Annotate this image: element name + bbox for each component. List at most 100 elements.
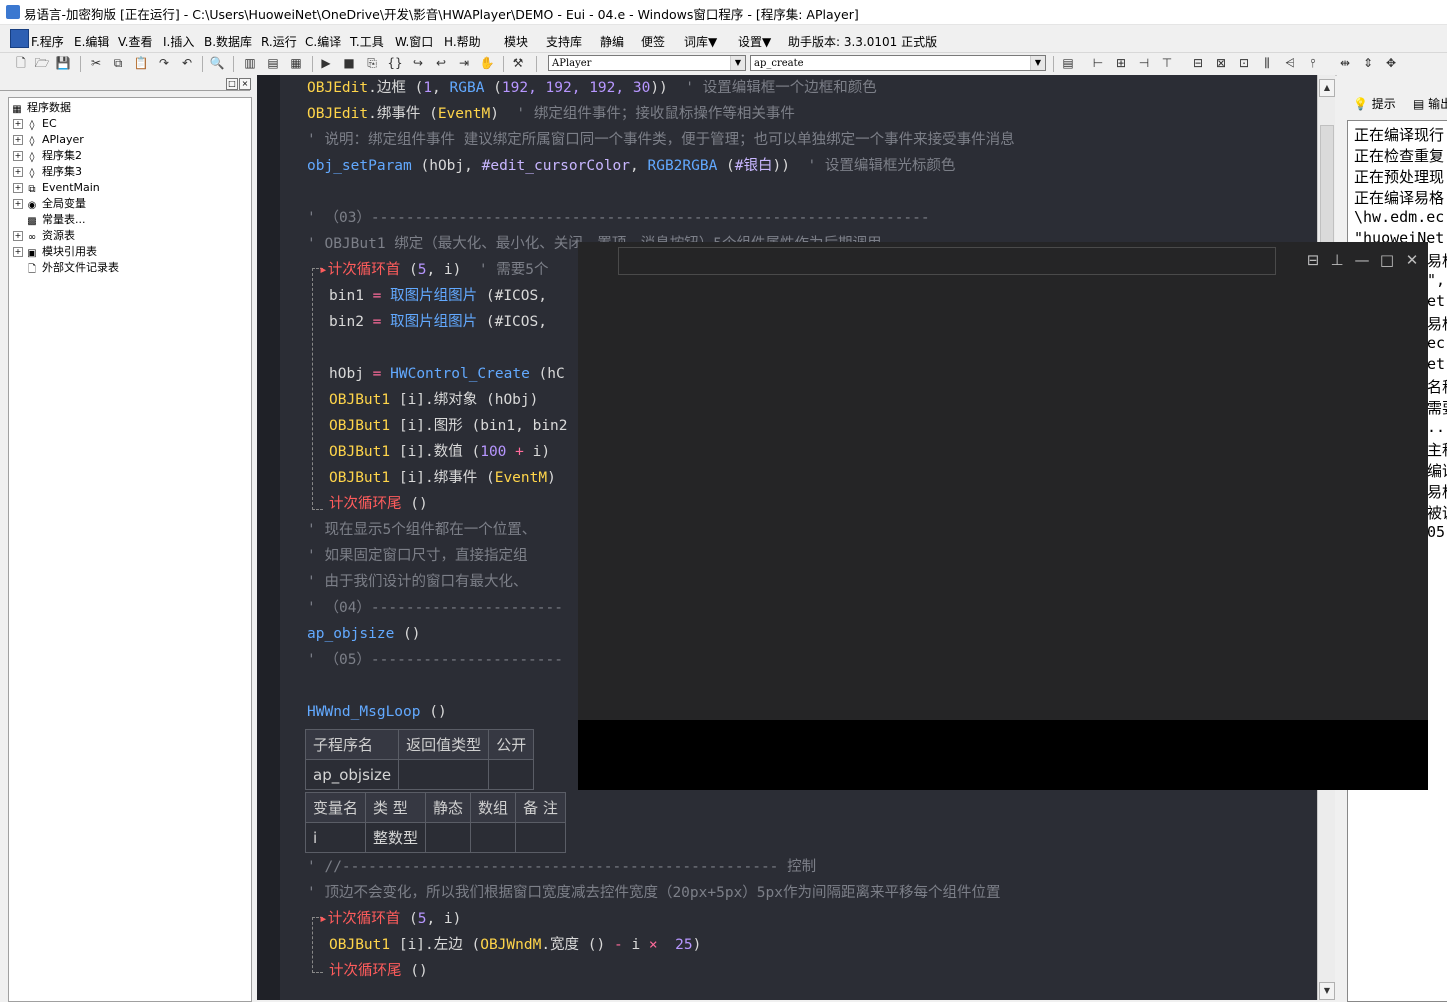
cut-icon[interactable]: ✂	[88, 56, 104, 71]
center-h-icon[interactable]: ⇹	[1337, 56, 1353, 71]
redo-icon[interactable]: ↷	[156, 56, 172, 71]
menu-help[interactable]: H.帮助	[444, 33, 481, 50]
code-line[interactable]: OBJBut1 [i].绑事件 (EventM)	[329, 466, 556, 490]
scroll-up-icon[interactable]: ▲	[1319, 79, 1335, 97]
step-into-icon[interactable]: {}	[387, 56, 403, 71]
find-icon[interactable]: 🔍	[209, 56, 225, 71]
code-line[interactable]: ▸计次循环首 (5, i)	[319, 907, 461, 931]
code-comment[interactable]: ' //------------------------------------…	[307, 855, 816, 879]
var-type-cell[interactable]: 整数型	[365, 822, 427, 853]
same-height-icon[interactable]: ⊠	[1213, 56, 1229, 71]
tree-item-ec[interactable]: + ◊ EC	[13, 116, 57, 131]
close-icon[interactable]: ✕	[1404, 252, 1420, 268]
align-grid-icon[interactable]: ▤	[1060, 56, 1076, 71]
tree-item-eventmain[interactable]: + ⧉ EventMain	[13, 180, 100, 195]
center-v-icon[interactable]: ⇕	[1360, 56, 1376, 71]
expand-icon[interactable]: +	[13, 135, 23, 145]
menu-compile[interactable]: C.编译	[305, 33, 341, 50]
code-line[interactable]: bin2 = 取图片组图片 (#ICOS,	[329, 310, 547, 334]
maximize-icon[interactable]: □	[1379, 252, 1395, 268]
menu-settings[interactable]: 设置▼	[738, 33, 771, 50]
player-area[interactable]	[578, 720, 1428, 790]
layout-1-icon[interactable]: ▥	[242, 56, 258, 71]
code-comment[interactable]: ' 说明：绑定组件事件 建议绑定所属窗口同一个事件类，便于管理；也可以单独绑定一…	[307, 128, 1015, 152]
code-line[interactable]: HWWnd_MsgLoop ()	[307, 700, 447, 724]
menu-insert[interactable]: I.插入	[163, 33, 194, 50]
tree-item-module-refs[interactable]: + ▣ 模块引用表	[13, 244, 97, 259]
menu-program[interactable]: F.程序	[31, 33, 64, 50]
tab-output[interactable]: ▤ 输出	[1413, 95, 1447, 112]
save-icon[interactable]: 💾	[55, 56, 71, 71]
expand-icon[interactable]: +	[13, 183, 23, 193]
tree-item-assembly2[interactable]: + ◊ 程序集2	[13, 148, 82, 163]
align-center-icon[interactable]: ⊞	[1113, 56, 1129, 71]
tree-item-resources[interactable]: + ∞ 资源表	[13, 228, 75, 243]
same-width-icon[interactable]: ⊟	[1190, 56, 1206, 71]
close-icon[interactable]: ×	[239, 78, 251, 90]
code-line[interactable]: 计次循环尾 ()	[329, 959, 428, 983]
run-icon[interactable]: ▶	[318, 56, 334, 71]
var-static-cell[interactable]	[425, 822, 472, 853]
code-line[interactable]: OBJBut1 [i].左边 (OBJWndM.宽度 () - i × 25)	[329, 933, 701, 957]
code-comment[interactable]: ' （03）----------------------------------…	[307, 206, 930, 230]
expand-icon[interactable]: +	[13, 231, 23, 241]
layout-3-icon[interactable]: ▦	[288, 56, 304, 71]
tab-hints[interactable]: 💡 提示	[1353, 95, 1396, 112]
tree-item-assembly3[interactable]: + ◊ 程序集3	[13, 164, 82, 179]
paste-icon[interactable]: 📋	[133, 56, 149, 71]
project-tree[interactable]: ▦ 程序数据 + ◊ EC + ◊ APlayer + ◊ 程序集2 + ◊ 程序集3 + ⧉ Eve…	[8, 97, 252, 1002]
step-out-icon[interactable]: ↩	[433, 56, 449, 71]
menu-edit[interactable]: E.编辑	[74, 33, 109, 50]
code-comment[interactable]: ' （05）----------------------	[307, 648, 563, 672]
expand-icon[interactable]: +	[13, 167, 23, 177]
code-line[interactable]: obj_setParam (hObj, #edit_cursorColor, R…	[307, 154, 955, 178]
code-line[interactable]: bin1 = 取图片组图片 (#ICOS,	[329, 284, 547, 308]
subroutine-name-cell[interactable]: ap_objsize	[304, 759, 400, 790]
class-select[interactable]: APlayer ▼	[548, 55, 746, 71]
tree-item-aplayer[interactable]: + ◊ APlayer	[13, 132, 84, 147]
spacing-icon[interactable]: ⫯	[1305, 56, 1321, 71]
code-line[interactable]: ap_objsize ()	[307, 622, 421, 646]
scroll-down-icon[interactable]: ▼	[1319, 982, 1335, 1000]
menu-support-lib[interactable]: 支持库	[546, 33, 582, 50]
menu-notes[interactable]: 便签	[641, 33, 665, 50]
expand-icon[interactable]: +	[13, 247, 23, 257]
code-comment[interactable]: ' 顶边不会变化，所以我们根据窗口宽度减去控件宽度（20px+5px）5px作为…	[307, 881, 1000, 905]
menu-database[interactable]: B.数据库	[204, 33, 252, 50]
code-line[interactable]: OBJEdit.绑事件 (EventM) ' 绑定组件事件；接收鼠标操作等相关事…	[307, 102, 795, 126]
debug-tools-icon[interactable]: ⚒	[510, 56, 526, 71]
menu-static-compile[interactable]: 静编	[600, 33, 624, 50]
hand-icon[interactable]: ✋	[479, 56, 495, 71]
code-line[interactable]: OBJBut1 [i].图形 (bin1, bin2	[329, 414, 568, 438]
tree-item-external-files[interactable]: 🗋 外部文件记录表	[26, 260, 119, 275]
app-edit-field[interactable]	[618, 247, 1276, 275]
code-line[interactable]: ▸计次循环首 (5, i) ' 需要5个	[319, 258, 549, 282]
center-both-icon[interactable]: ✥	[1383, 56, 1399, 71]
tree-item-constants[interactable]: ▩ 常量表...	[26, 212, 85, 227]
var-name-cell[interactable]: i	[304, 822, 367, 853]
align-left-icon[interactable]: ⊢	[1090, 56, 1106, 71]
align-right-icon[interactable]: ⊣	[1136, 56, 1152, 71]
pin-icon[interactable]: □	[226, 78, 238, 90]
code-line[interactable]: 计次循环尾 ()	[329, 492, 428, 516]
minimize-icon[interactable]: —	[1354, 252, 1370, 268]
pin-icon[interactable]: ⊥	[1329, 252, 1345, 268]
align-top-icon[interactable]: ⊤	[1159, 56, 1175, 71]
open-folder-icon[interactable]: 🗁	[34, 56, 50, 71]
new-file-icon[interactable]: 🗋	[13, 56, 29, 71]
code-line[interactable]: OBJBut1 [i].绑对象 (hObj)	[329, 388, 538, 412]
stop-icon[interactable]: ■	[341, 56, 357, 71]
variable-table[interactable]: 变量名 类 型 静态 数组 备 注 i 整数型	[304, 792, 566, 853]
var-note-cell[interactable]	[515, 822, 566, 853]
code-comment[interactable]: ' 由于我们设计的窗口有最大化、	[307, 570, 527, 594]
step-icon[interactable]: ⎘	[364, 56, 380, 71]
undo-icon[interactable]: ↶	[179, 56, 195, 71]
distribute-v-icon[interactable]: ⩤	[1282, 56, 1298, 71]
layout-2-icon[interactable]: ▤	[265, 56, 281, 71]
code-line[interactable]: hObj = HWControl_Create (hC	[329, 362, 565, 386]
menu-tools[interactable]: T.工具	[350, 33, 384, 50]
tree-root[interactable]: ▦ 程序数据	[11, 100, 71, 115]
chevron-down-icon[interactable]: ▼	[1030, 56, 1045, 70]
subroutine-return-cell[interactable]	[398, 759, 490, 790]
message-icon[interactable]: ⊟	[1305, 252, 1321, 268]
